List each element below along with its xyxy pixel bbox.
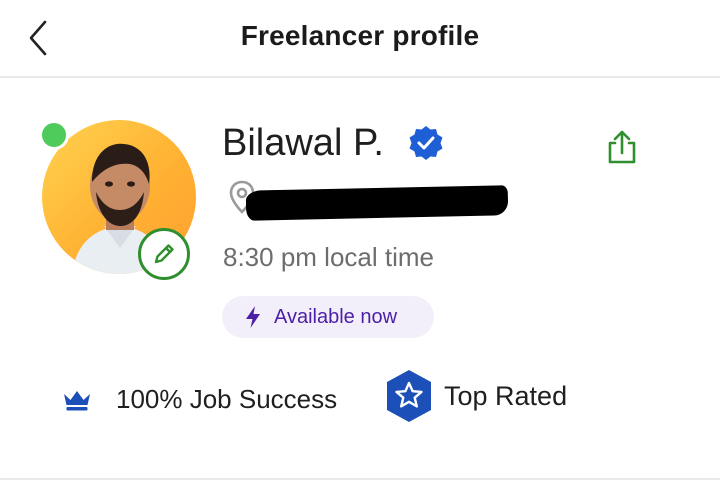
share-button[interactable] — [602, 128, 642, 173]
job-success-stat: 100% Job Success — [62, 384, 337, 415]
verified-badge — [407, 124, 445, 167]
edit-photo-button[interactable] — [138, 228, 190, 280]
redaction-mark — [245, 185, 509, 221]
crown-icon — [64, 390, 90, 410]
verified-badge-icon — [409, 126, 443, 160]
location-row: T — [228, 178, 509, 221]
pencil-icon — [154, 244, 174, 264]
availability-badge: Available now — [222, 296, 434, 338]
online-indicator — [39, 120, 69, 150]
star-shield-icon — [387, 370, 431, 422]
local-time: 8:30 pm local time — [223, 242, 434, 272]
lightning-icon — [246, 306, 260, 328]
freelancer-name: Bilawal P. — [222, 122, 384, 164]
app-header: Freelancer profile — [0, 0, 720, 78]
top-rated-label: Top Rated — [444, 380, 568, 411]
page-title: Freelancer profile — [240, 20, 480, 51]
availability-label: Available now — [274, 305, 398, 328]
share-icon — [608, 130, 636, 164]
top-rated-badge: Top Rated — [384, 368, 567, 424]
profile-avatar[interactable] — [39, 120, 196, 280]
section-divider — [0, 478, 720, 480]
job-success-label: 100% Job Success — [116, 384, 338, 414]
